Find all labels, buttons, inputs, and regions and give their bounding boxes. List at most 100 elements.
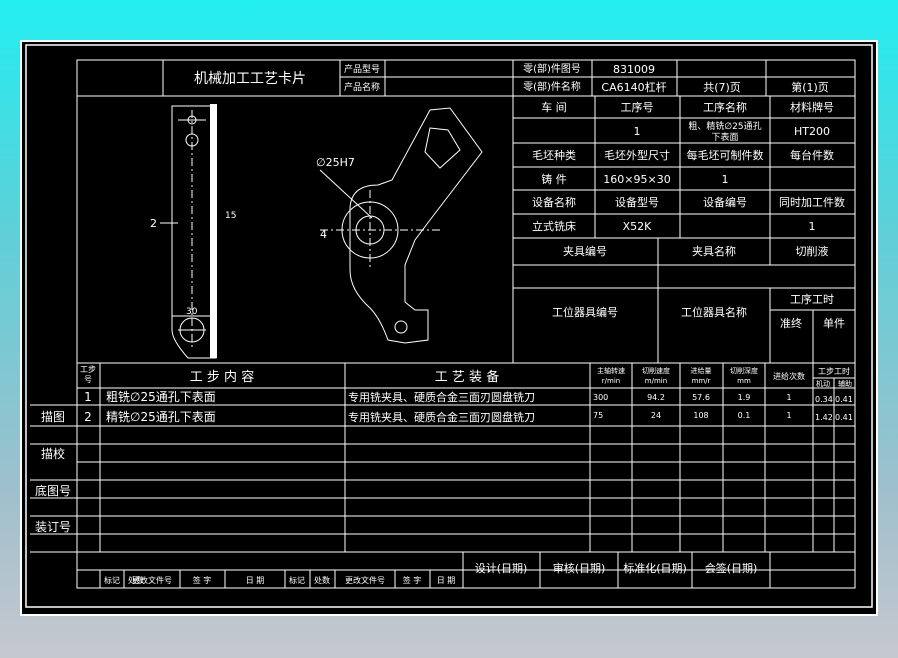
left-labels: 描图 描校 底图号 装订号: [35, 410, 71, 534]
equip-model-label: 设备型号: [615, 195, 659, 209]
passes-header: 进给次数: [773, 371, 805, 381]
station-name-label: 工位器具名称: [681, 305, 747, 319]
step-depth: 1.9: [738, 393, 751, 402]
blank-type-label: 毛坯种类: [532, 148, 576, 162]
step-no-header-line2: 号: [84, 375, 92, 384]
step-feed: 57.6: [692, 393, 710, 402]
part-no-value: 831009: [613, 63, 655, 76]
card-title: 机械加工工艺卡片: [194, 71, 306, 87]
equip-no-label: 设备编号: [703, 195, 747, 209]
info-texts: 车 间 工序号 工序名称 材料牌号 1 粗、精铣∅25通孔 下表面 HT200 …: [532, 100, 845, 330]
step-feed: 108: [693, 411, 708, 420]
step-depth: 0.1: [738, 411, 751, 420]
step-cut-speed: 24: [651, 411, 661, 420]
binding-no-label: 装订号: [35, 520, 71, 534]
part-side-view-outline: [171, 105, 217, 359]
step-passes: 1: [786, 411, 791, 420]
per-unit-label: 每台件数: [790, 148, 834, 162]
cut-speed-header-line1: 切削速度: [642, 366, 670, 375]
step-content: 粗铣∅25通孔下表面: [106, 390, 216, 404]
step-time-header: 工步工时: [818, 366, 850, 376]
aux-time-header: 辅助: [838, 379, 852, 388]
simul-label: 同时加工件数: [779, 196, 845, 209]
signature-label-1: 签 字: [193, 575, 212, 585]
change-doc-label-1: 更改文件号: [132, 575, 172, 585]
process-card-sheet: ∅25H7 2 4 30 15 机械加工工艺卡片 产品型号 产品名称 零(部)件…: [20, 40, 878, 616]
step-cut-speed: 94.2: [647, 393, 665, 402]
signature-label-2: 签 字: [403, 575, 422, 585]
material-label: 材料牌号: [790, 100, 834, 114]
dim-2-label: 2: [150, 217, 157, 230]
header-texts: 机械加工工艺卡片 产品型号 产品名称 零(部)件图号 831009 零(部)件名…: [194, 62, 829, 94]
feed-header-line1: 进给量: [691, 366, 712, 375]
step-spindle: 75: [593, 411, 603, 420]
part-name-value: CA6140杠杆: [601, 80, 666, 94]
part-name-label: 零(部)件名称: [523, 80, 581, 93]
step-no-header-line1: 工步: [80, 365, 96, 374]
rib-detail: [424, 127, 461, 169]
feed-header-line2: mm/r: [692, 377, 711, 385]
depth-header-line2: mm: [737, 377, 751, 385]
dim-4-label: 4: [320, 228, 327, 241]
simul-value: 1: [809, 220, 816, 233]
step-content: 精铣∅25通孔下表面: [106, 410, 216, 424]
steps-header-texts: 工步 号 工 步 内 容 工 艺 装 备 主轴转速 r/min 切削速度 m/m…: [80, 365, 852, 388]
step-row-1: 1 粗铣∅25通孔下表面 专用铣夹具、硬质合金三面刃圆盘铣刀 300 94.2 …: [84, 390, 853, 404]
step-equipment: 专用铣夹具、硬质合金三面刃圆盘铣刀: [348, 390, 535, 404]
prep-label: 准终: [780, 316, 802, 330]
spindle-header-line1: 主轴转速: [597, 366, 625, 375]
dim-diameter-label: ∅25H7: [316, 156, 355, 169]
step-spindle: 300: [593, 393, 608, 402]
op-name-value-line2: 下表面: [711, 131, 738, 143]
date-label-2: 日 期: [437, 576, 456, 585]
step-machine-time: 0.34: [815, 395, 833, 404]
op-name-label: 工序名称: [703, 100, 747, 114]
op-no-value: 1: [634, 125, 641, 138]
station-no-label: 工位器具编号: [552, 305, 618, 319]
fixture-name-label: 夹具名称: [692, 244, 736, 258]
base-no-label: 底图号: [35, 483, 71, 498]
equip-model-value: X52K: [623, 220, 653, 233]
mark-label-2: 标记: [289, 575, 305, 585]
blank-type-value: 铸 件: [541, 172, 567, 186]
step-aux-time: 0.41: [835, 395, 853, 404]
op-no-label: 工序号: [621, 100, 654, 114]
workshop-label: 车 间: [541, 100, 567, 114]
total-pages: 共(7)页: [703, 81, 741, 94]
trace-check-label: 描校: [41, 446, 65, 461]
step-row-2: 2 精铣∅25通孔下表面 专用铣夹具、硬质合金三面刃圆盘铣刀 75 24 108…: [84, 410, 853, 424]
dim-15-label: 15: [225, 211, 236, 221]
fixture-no-label: 夹具编号: [563, 244, 607, 258]
depth-header-line1: 切削深度: [730, 366, 758, 375]
coolant-label: 切削液: [796, 244, 829, 258]
small-boss: [394, 320, 408, 334]
equip-name-label: 设备名称: [532, 195, 576, 209]
blank-parts-label: 每毛坯可制件数: [687, 148, 764, 162]
equip-name-value: 立式铣床: [532, 219, 576, 233]
blank-parts-value: 1: [722, 173, 729, 186]
blank-size-value: 160×95×30: [603, 173, 670, 186]
change-doc-label-2: 更改文件号: [345, 575, 385, 585]
page-no: 第(1)页: [791, 80, 829, 94]
countersign-label: 会签(日期): [705, 561, 758, 575]
cad-drawing-frame: ∅25H7 2 4 30 15 机械加工工艺卡片 产品型号 产品名称 零(部)件…: [20, 40, 878, 616]
dim-30-label: 30: [186, 307, 198, 317]
material-value: HT200: [794, 125, 830, 138]
unit-label: 单件: [823, 317, 845, 330]
machined-face-bar: [210, 104, 217, 358]
cut-speed-header-line2: m/min: [645, 377, 667, 385]
op-time-label: 工序工时: [790, 292, 834, 306]
trace-label: 描图: [41, 410, 65, 424]
design-label: 设计(日期): [475, 562, 528, 575]
diameter-leader: [319, 169, 373, 219]
count-label-2: 处数: [314, 575, 330, 585]
spindle-header-line2: r/min: [602, 377, 620, 385]
mark-label-1: 标记: [104, 575, 120, 585]
machine-time-header: 机动: [816, 379, 830, 388]
step-passes: 1: [786, 393, 791, 402]
product-model-label: 产品型号: [344, 63, 380, 75]
content-header: 工 步 内 容: [190, 369, 254, 385]
step-no: 1: [84, 390, 92, 404]
step-machine-time: 1.42: [815, 413, 833, 422]
signature-texts: 设计(日期) 审核(日期) 标准化(日期) 会签(日期) 标记 处数 更改文件号…: [104, 561, 757, 585]
